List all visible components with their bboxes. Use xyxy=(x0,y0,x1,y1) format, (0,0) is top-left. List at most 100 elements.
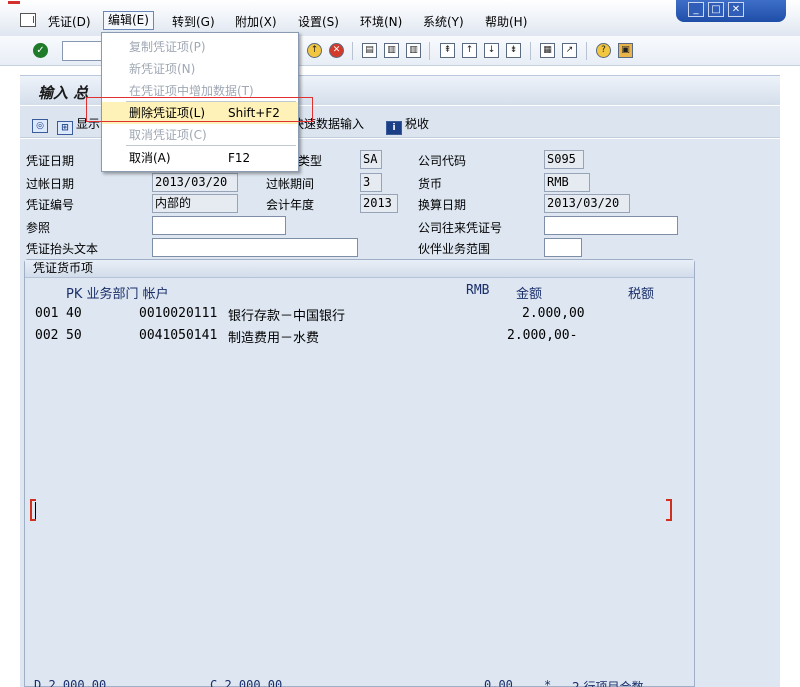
toolbar-separator xyxy=(530,42,531,60)
info-icon: i xyxy=(386,121,402,135)
translation-date-field[interactable]: 2013/03/20 xyxy=(544,194,630,213)
line-items-title: 凭证货币项 xyxy=(25,260,694,278)
row-2-amount[interactable]: 2.000,00- xyxy=(507,328,577,343)
command-field[interactable] xyxy=(62,41,106,61)
col-header-pk-account: PK 业务部门 帐户 xyxy=(66,287,169,302)
row-1-no[interactable]: 001 xyxy=(35,306,58,321)
posting-date-field[interactable]: 2013/03/20 xyxy=(152,173,238,192)
layout-icon[interactable]: ▣ xyxy=(618,43,633,58)
doc-type-field[interactable]: SA xyxy=(360,150,382,169)
row-1-pk[interactable]: 40 xyxy=(66,306,82,321)
shortcut-icon[interactable]: ↗ xyxy=(562,43,577,58)
menu-edit[interactable]: 编辑(E) xyxy=(103,11,154,30)
help-icon[interactable]: ? xyxy=(596,43,611,58)
row-1-description[interactable]: 银行存款－中国银行 xyxy=(228,305,345,324)
minimize-icon[interactable]: _ xyxy=(688,2,704,17)
window-controls: _ □ ✕ xyxy=(676,0,786,22)
menu-item-shortcut: F12 xyxy=(228,151,251,165)
total-line-count: 2 行项目合数 xyxy=(572,680,644,687)
cancel-icon[interactable]: ✕ xyxy=(329,43,344,58)
find-icon[interactable]: ▥ xyxy=(384,43,399,58)
tax-button[interactable]: i 税收 xyxy=(386,115,429,135)
col-header-currency: RMB xyxy=(466,283,490,298)
trading-partner-field[interactable] xyxy=(544,238,582,257)
first-page-icon[interactable]: ⇞ xyxy=(440,43,455,58)
menu-item-cancel-item[interactable]: 取消凭证项(C) xyxy=(102,124,298,146)
row-2-pk[interactable]: 50 xyxy=(66,328,82,343)
maximize-icon[interactable]: □ xyxy=(708,2,724,17)
menu-settings[interactable]: 设置(S) xyxy=(298,13,339,30)
currency-label: 货币 xyxy=(418,177,443,191)
menu-help[interactable]: 帮助(H) xyxy=(485,13,527,30)
page-title: 输入 总 xyxy=(38,84,89,102)
exit-icon[interactable]: ↑ xyxy=(307,43,322,58)
reference-field[interactable] xyxy=(152,216,286,235)
header-text-label: 凭证抬头文本 xyxy=(26,242,99,256)
translation-date-label: 换算日期 xyxy=(418,198,467,212)
toolbar-separator xyxy=(586,42,587,60)
trading-partner-label: 伙伴业务范围 xyxy=(418,242,491,256)
total-balance: 0,00 xyxy=(484,678,513,687)
row-1-account[interactable]: 0010020111 xyxy=(139,306,217,321)
tax-label: 税收 xyxy=(405,117,430,131)
prev-page-icon[interactable]: ↑ xyxy=(462,43,477,58)
menu-separator xyxy=(126,145,296,146)
doc-number-label: 凭证编号 xyxy=(26,198,75,212)
next-page-icon[interactable]: ↓ xyxy=(484,43,499,58)
menu-item-label: 新凭证项(N) xyxy=(129,62,196,76)
header-text-field[interactable] xyxy=(152,238,358,257)
posting-date-label: 过帐日期 xyxy=(26,177,75,191)
selection-bracket-right xyxy=(666,499,672,521)
close-icon[interactable]: ✕ xyxy=(728,2,744,17)
currency-field[interactable]: RMB xyxy=(544,173,590,192)
total-credit: C 2.000,00 xyxy=(210,678,283,687)
menu-bar: 凭证(D) 编辑(E) 转到(G) 附加(X) 设置(S) 环境(N) 系统(Y… xyxy=(0,0,800,36)
menu-item-cancel[interactable]: 取消(A) F12 xyxy=(102,147,298,169)
overview-button[interactable]: ◎ xyxy=(32,115,51,133)
col-header-tax: 税额 xyxy=(628,287,655,302)
menu-item-copy-item[interactable]: 复制凭证项(P) xyxy=(102,36,298,58)
doc-type-label: 类型 xyxy=(298,154,323,168)
text-cursor xyxy=(35,502,36,519)
menu-item-label: 复制凭证项(P) xyxy=(129,40,206,54)
menu-environment[interactable]: 环境(N) xyxy=(360,13,402,30)
doc-number-field[interactable]: 内部的 xyxy=(152,194,238,213)
system-menu-icon[interactable] xyxy=(20,13,36,27)
tree-icon: ⊞ xyxy=(57,121,73,135)
menu-item-label: 取消(A) xyxy=(129,151,171,165)
reference-label: 参照 xyxy=(26,221,51,235)
line-items-box: 凭证货币项 xyxy=(24,259,695,687)
col-header-amount: 金额 xyxy=(516,287,543,302)
row-2-account[interactable]: 0041050141 xyxy=(139,328,217,343)
period-field[interactable]: 3 xyxy=(360,173,382,192)
corner-mark xyxy=(8,1,20,4)
row-1-amount[interactable]: 2.000,00 xyxy=(522,306,585,321)
company-code-label: 公司代码 xyxy=(418,154,467,168)
total-status: * xyxy=(544,678,552,687)
menu-item-label: 取消凭证项(C) xyxy=(129,128,207,142)
print-icon[interactable]: ▤ xyxy=(362,43,377,58)
intercompany-field[interactable] xyxy=(544,216,678,235)
intercompany-label: 公司往来凭证号 xyxy=(418,221,503,235)
fiscal-year-field[interactable]: 2013 xyxy=(360,194,398,213)
menu-document[interactable]: 凭证(D) xyxy=(48,13,91,30)
menu-item-new-item[interactable]: 新凭证项(N) xyxy=(102,58,298,80)
new-session-icon[interactable]: ▦ xyxy=(540,43,555,58)
annotation-highlight-frame xyxy=(86,97,313,122)
menu-item-label: 在凭证项中增加数据(T) xyxy=(129,84,254,98)
enter-icon[interactable]: ✓ xyxy=(33,43,48,58)
toolbar-separator xyxy=(429,42,430,60)
menu-system[interactable]: 系统(Y) xyxy=(423,13,464,30)
doc-date-label: 凭证日期 xyxy=(26,154,75,168)
row-2-description[interactable]: 制造费用－水费 xyxy=(228,327,319,346)
find-next-icon[interactable]: ▥ xyxy=(406,43,421,58)
last-page-icon[interactable]: ⇟ xyxy=(506,43,521,58)
fiscal-year-label: 会计年度 xyxy=(266,198,315,212)
menu-goto[interactable]: 转到(G) xyxy=(172,13,215,30)
period-label: 过帐期间 xyxy=(266,177,315,191)
menu-extras[interactable]: 附加(X) xyxy=(235,13,277,30)
row-2-no[interactable]: 002 xyxy=(35,328,58,343)
toolbar-separator xyxy=(352,42,353,60)
magnifier-icon: ◎ xyxy=(32,119,48,133)
company-code-field[interactable]: S095 xyxy=(544,150,584,169)
